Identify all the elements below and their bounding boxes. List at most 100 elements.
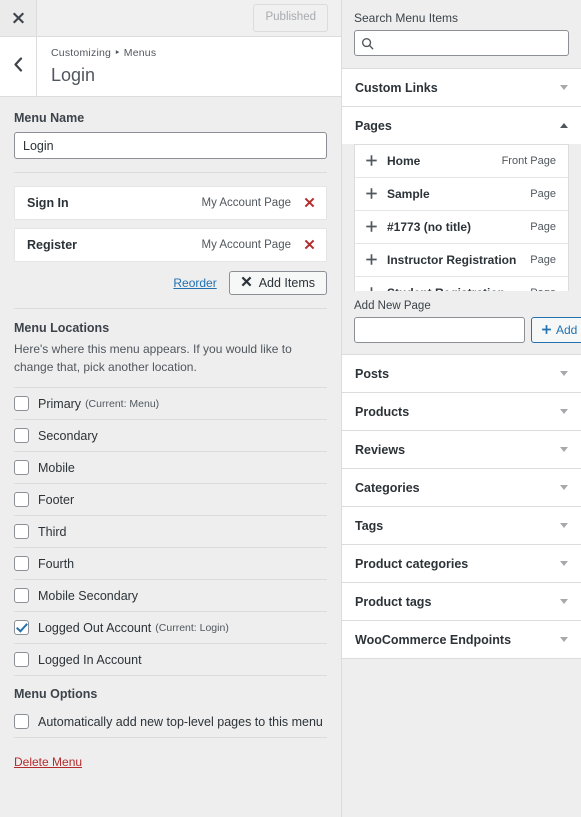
available-item-instructor-registration[interactable]: Instructor Registration Page: [355, 244, 568, 277]
close-customizer-button[interactable]: [0, 0, 37, 36]
location-checkbox-footer[interactable]: Footer: [14, 484, 327, 517]
menu-locations-heading: Menu Locations: [14, 321, 110, 336]
plus-icon: [365, 154, 378, 169]
checkbox-icon[interactable]: [14, 524, 29, 540]
checkbox-icon[interactable]: [14, 492, 29, 508]
available-item-home[interactable]: Home Front Page: [355, 145, 568, 178]
divider: [14, 308, 327, 310]
available-item-name: #1773 (no title): [387, 220, 472, 234]
location-label: Secondary: [38, 428, 98, 443]
breadcrumb: Customizing ‣ Menus: [51, 47, 157, 59]
menu-item-delete-icon[interactable]: [301, 195, 318, 212]
add-items-label: Add Items: [258, 276, 315, 291]
available-item-name: Instructor Registration: [387, 253, 517, 267]
section-tags: Tags: [342, 507, 581, 545]
section-woocommerce-endpoints-header[interactable]: WooCommerce Endpoints: [342, 621, 581, 658]
title-block: Customizing ‣ Menus Login: [37, 37, 156, 96]
delete-menu-link[interactable]: Delete Menu: [14, 755, 82, 769]
location-checkbox-mobile[interactable]: Mobile: [14, 452, 327, 485]
section-posts: Posts: [342, 355, 581, 393]
section-posts-header[interactable]: Posts: [342, 355, 581, 392]
close-icon: [241, 276, 252, 290]
section-pages-body: Home Front Page Sample Page #1773 (no ti…: [342, 144, 581, 354]
location-checkbox-third[interactable]: Third: [14, 516, 327, 549]
section-product-categories-header[interactable]: Product categories: [342, 545, 581, 582]
add-new-page-input[interactable]: [354, 317, 525, 343]
available-item-student-registration[interactable]: Student Registration Page: [355, 277, 568, 291]
checkbox-icon[interactable]: [14, 714, 29, 730]
section-woocommerce-endpoints: WooCommerce Endpoints: [342, 621, 581, 659]
chevron-down-icon: [560, 447, 568, 452]
search-input[interactable]: [374, 31, 568, 55]
checkbox-icon[interactable]: [14, 396, 29, 412]
add-new-page-button[interactable]: Add: [531, 317, 581, 343]
plus-icon: [365, 187, 378, 202]
available-item-no-title[interactable]: #1773 (no title) Page: [355, 211, 568, 244]
section-title: Categories: [355, 480, 420, 495]
section-products-header[interactable]: Products: [342, 393, 581, 430]
auto-add-pages-checkbox-row[interactable]: Automatically add new top-level pages to…: [14, 706, 327, 739]
add-new-page-area: Add New Page Add: [354, 291, 581, 354]
section-reviews-header[interactable]: Reviews: [342, 431, 581, 468]
chevron-down-icon: [560, 485, 568, 490]
search-box[interactable]: [354, 30, 569, 56]
section-custom-links-header[interactable]: Custom Links: [342, 69, 581, 106]
back-button[interactable]: [0, 37, 37, 97]
available-item-name: Home: [387, 154, 421, 168]
section-pages: Pages Home Front Page Sample Page #1773 …: [342, 107, 581, 355]
add-items-button[interactable]: Add Items: [228, 271, 327, 296]
search-icon: [361, 37, 374, 50]
plus-icon: [365, 286, 378, 291]
section-tags-header[interactable]: Tags: [342, 507, 581, 544]
section-product-tags: Product tags: [342, 583, 581, 621]
publish-button[interactable]: Published: [253, 4, 328, 32]
menu-item-row[interactable]: Register My Account Page: [14, 228, 327, 263]
checkbox-icon[interactable]: [14, 620, 29, 636]
menu-name-input[interactable]: [14, 132, 327, 160]
checkbox-icon[interactable]: [14, 460, 29, 476]
chevron-down-icon: [560, 637, 568, 642]
available-item-sample[interactable]: Sample Page: [355, 178, 568, 211]
chevron-up-icon: [560, 123, 568, 128]
section-categories-header[interactable]: Categories: [342, 469, 581, 506]
available-item-name: Sample: [387, 187, 430, 201]
publish-area: Published: [253, 0, 341, 36]
section-title: Custom Links: [355, 80, 438, 95]
add-new-page-button-label: Add: [556, 323, 578, 337]
section-categories: Categories: [342, 469, 581, 507]
menu-item-type: My Account Page: [201, 239, 292, 252]
section-pages-header[interactable]: Pages: [342, 107, 581, 144]
section-product-tags-header[interactable]: Product tags: [342, 583, 581, 620]
checkbox-icon[interactable]: [14, 652, 29, 668]
location-checkbox-primary[interactable]: Primary (Current: Menu): [14, 387, 327, 421]
available-item-type: Page: [530, 188, 556, 200]
section-title: Product categories: [355, 556, 469, 571]
location-checkbox-mobile-secondary[interactable]: Mobile Secondary: [14, 580, 327, 613]
section-title: Posts: [355, 366, 390, 381]
reorder-link[interactable]: Reorder: [173, 276, 216, 290]
checkbox-icon[interactable]: [14, 588, 29, 604]
checkbox-icon[interactable]: [14, 556, 29, 572]
section-reviews: Reviews: [342, 431, 581, 469]
menu-locations-help: Here's where this menu appears. If you w…: [14, 342, 292, 375]
menu-item-type: My Account Page: [201, 197, 292, 210]
section-title: Reviews: [355, 442, 406, 457]
location-label: Fourth: [38, 556, 75, 571]
location-checkbox-secondary[interactable]: Secondary: [14, 420, 327, 453]
customizer-header: Published: [0, 0, 341, 37]
available-item-type: Front Page: [501, 155, 556, 167]
available-item-type: Page: [530, 287, 556, 291]
menu-item-title: Register: [27, 238, 78, 253]
location-checkbox-fourth[interactable]: Fourth: [14, 548, 327, 581]
location-checkbox-logged-out-account[interactable]: Logged Out Account (Current: Login): [14, 612, 327, 645]
available-pages-list[interactable]: Home Front Page Sample Page #1773 (no ti…: [354, 144, 569, 291]
menu-item-delete-icon[interactable]: [301, 237, 318, 254]
checkbox-icon[interactable]: [14, 428, 29, 444]
chevron-down-icon: [560, 85, 568, 90]
menu-locations-checkbox-list: Primary (Current: Menu) Secondary Mobile…: [14, 387, 327, 677]
chevron-left-icon: [13, 56, 24, 77]
location-checkbox-logged-in-account[interactable]: Logged In Account: [14, 644, 327, 677]
menu-item-row[interactable]: Sign In My Account Page: [14, 186, 327, 221]
chevron-down-icon: [560, 599, 568, 604]
auto-add-pages-label: Automatically add new top-level pages to…: [38, 714, 323, 729]
